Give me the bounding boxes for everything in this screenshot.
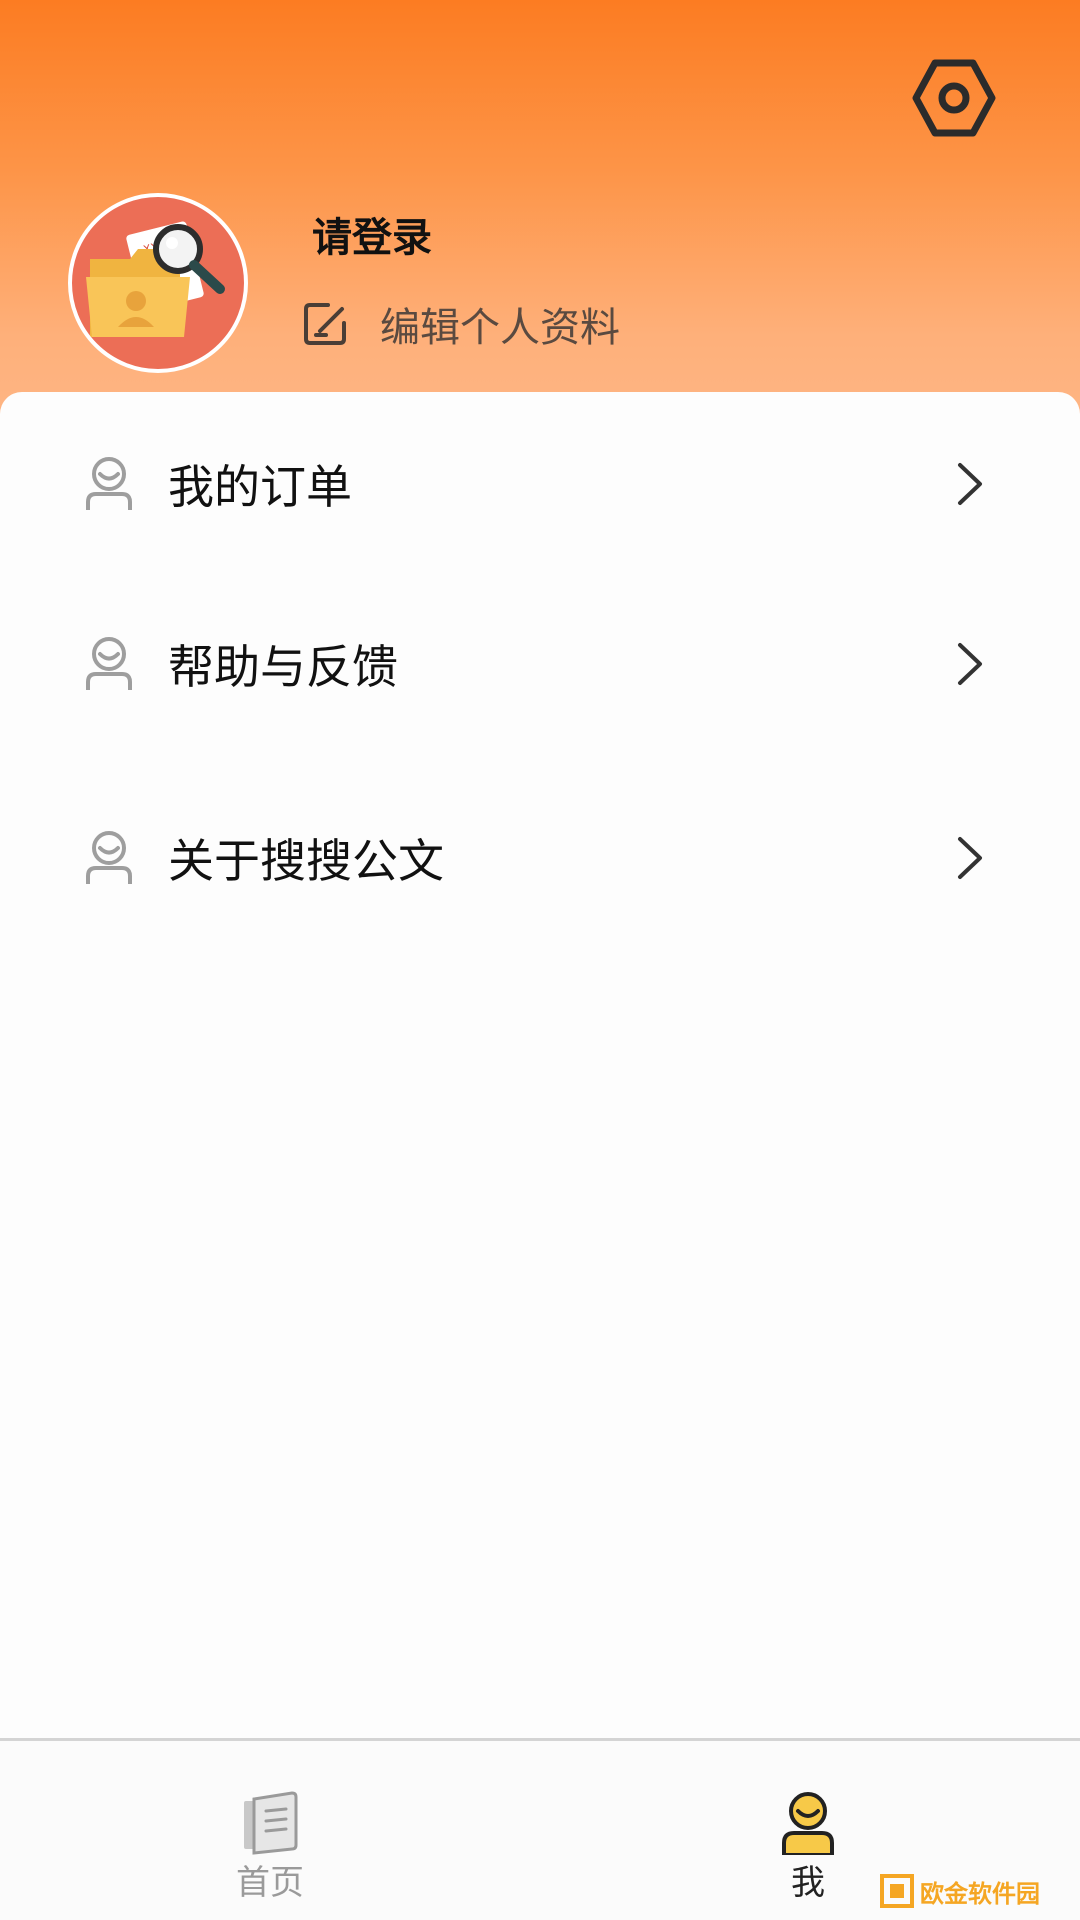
settings-button[interactable] [904, 48, 1004, 148]
menu-item-label: 关于搜搜公文 [168, 834, 444, 888]
avatar[interactable]: XX文件 [68, 193, 248, 373]
user-outline-icon [86, 457, 132, 510]
tab-me[interactable]: 我 [708, 1741, 908, 1920]
menu-item-label: 我的订单 [168, 460, 352, 514]
user-outline-icon [86, 637, 132, 690]
watermark-logo-icon [880, 1874, 914, 1908]
edit-icon [304, 303, 346, 345]
edit-profile-button[interactable]: 编辑个人资料 [302, 296, 620, 352]
edit-profile-label: 编辑个人资料 [380, 305, 620, 351]
profile-header: XX文件 请登录 编辑个人 [0, 0, 1080, 420]
menu-card: 我的订单 帮助与反馈 关于搜搜公文 [0, 392, 1080, 1738]
tab-me-label: 我 [791, 1863, 825, 1903]
user-outline-icon [86, 831, 132, 884]
hexagon-gear-icon [912, 59, 996, 137]
watermark-text: 欧金软件园 [920, 1879, 1040, 1908]
tab-home[interactable]: 首页 [170, 1741, 370, 1920]
user-filled-icon [782, 1792, 834, 1855]
book-icon [244, 1791, 298, 1855]
login-title[interactable]: 请登录 [312, 205, 432, 263]
chevron-right-icon [958, 643, 982, 685]
menu-item-about[interactable]: 关于搜搜公文 [0, 798, 1080, 918]
chevron-right-icon [958, 463, 982, 505]
watermark: 欧金软件园 [880, 1870, 1072, 1912]
tab-home-label: 首页 [236, 1863, 304, 1903]
menu-item-help-feedback[interactable]: 帮助与反馈 [0, 604, 1080, 724]
menu-item-my-orders[interactable]: 我的订单 [0, 424, 1080, 544]
profile-page: XX文件 请登录 编辑个人 [0, 0, 1080, 1920]
folder-document-magnifier-icon: XX文件 [86, 221, 225, 337]
chevron-right-icon [958, 837, 982, 879]
menu-item-label: 帮助与反馈 [168, 640, 398, 694]
